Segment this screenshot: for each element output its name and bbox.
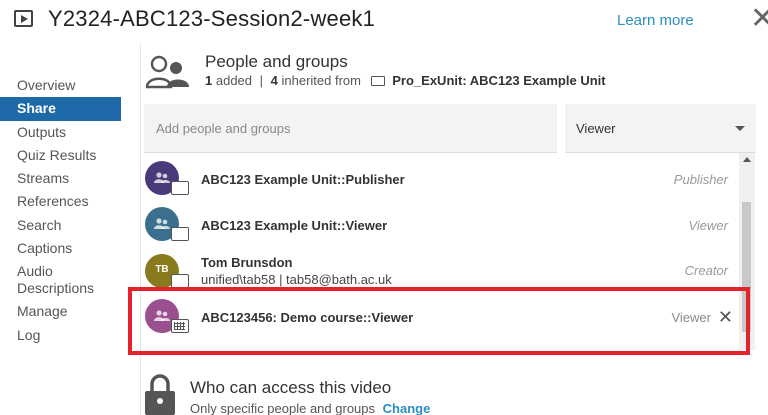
scroll-up-icon[interactable] [743, 157, 751, 162]
list-scrollbar[interactable] [739, 153, 755, 350]
access-subtitle: Only specific people and groups [190, 401, 376, 415]
access-summary: Only specific people and groups Change [190, 401, 430, 415]
learn-more-link[interactable]: Learn more [617, 12, 694, 29]
folder-badge-icon [171, 181, 189, 195]
added-count: 1 [205, 73, 213, 88]
added-label: added [215, 73, 253, 88]
folder-badge-icon [171, 227, 189, 241]
sidebar-item-share[interactable]: Share [0, 97, 121, 121]
list-item: ABC123 Example Unit::Publisher Publisher [144, 160, 739, 206]
inherited-label: inherited from [281, 73, 361, 88]
list-item-name: ABC123456: Demo course::Viewer [201, 310, 414, 325]
scroll-thumb[interactable] [742, 202, 751, 332]
course-badge-icon [171, 319, 189, 333]
access-title: Who can access this video [190, 378, 392, 397]
list-item-detail: unified\tab58 | tab58@bath.ac.uk [201, 272, 392, 287]
header-bar: Y2324-ABC123-Session2-week1 Learn more ✕ [0, 0, 768, 44]
close-icon[interactable]: ✕ [750, 4, 768, 34]
sidebar-item-manage[interactable]: Manage [0, 300, 121, 323]
list-item-role: Viewer [671, 310, 711, 325]
content-divider [140, 44, 141, 415]
people-groups-summary: 1 added | 4 inherited from Pro_ExUnit: A… [205, 73, 606, 88]
list-item-role: Creator [684, 263, 728, 278]
sidebar-item-overview[interactable]: Overview [0, 74, 121, 97]
group-icon [154, 172, 170, 183]
sidebar-nav: Overview Share Outputs Quiz Results Stre… [0, 74, 121, 347]
list-item: ABC123 Example Unit::Viewer Viewer [144, 206, 739, 252]
sidebar-item-audio-descriptions[interactable]: Audio Descriptions [0, 260, 110, 300]
people-groups-title: People and groups [205, 52, 348, 71]
sidebar-item-captions[interactable]: Captions [0, 237, 121, 260]
sidebar-item-search[interactable]: Search [0, 214, 121, 237]
chevron-down-icon [735, 126, 745, 131]
video-play-icon [14, 10, 33, 27]
sidebar-item-log[interactable]: Log [0, 324, 121, 347]
summary-separator: | [259, 73, 264, 88]
list-item: TB Tom Brunsdon unified\tab58 | tab58@ba… [144, 252, 739, 298]
list-item-role: Publisher [673, 172, 728, 187]
remove-icon[interactable]: ✕ [718, 308, 733, 326]
inherited-unit-link[interactable]: Pro_ExUnit: ABC123 Example Unit [392, 73, 605, 88]
add-people-input[interactable] [144, 104, 557, 153]
list-item-name: Tom Brunsdon [201, 255, 293, 270]
inherited-count: 4 [270, 73, 278, 88]
sidebar-item-streams[interactable]: Streams [0, 167, 121, 190]
role-select-value: Viewer [576, 121, 616, 136]
sidebar-item-references[interactable]: References [0, 190, 121, 213]
change-access-link[interactable]: Change [383, 401, 431, 415]
group-icon [154, 218, 170, 229]
lock-icon [145, 374, 175, 415]
folder-icon [370, 76, 385, 86]
sidebar-item-quiz-results[interactable]: Quiz Results [0, 144, 121, 167]
list-item-role: Viewer [688, 218, 728, 233]
people-icon [145, 55, 189, 89]
page-title: Y2324-ABC123-Session2-week1 [48, 6, 376, 31]
shared-list: ABC123 Example Unit::Publisher Publisher… [144, 155, 739, 350]
list-item: ABC123456: Demo course::Viewer Viewer ✕ [144, 298, 739, 344]
folder-badge-icon [171, 274, 189, 288]
list-item-name: ABC123 Example Unit::Publisher [201, 172, 405, 187]
group-icon [154, 310, 170, 321]
list-item-name: ABC123 Example Unit::Viewer [201, 218, 388, 233]
sidebar-item-outputs[interactable]: Outputs [0, 121, 121, 144]
role-select[interactable]: Viewer [565, 104, 756, 153]
